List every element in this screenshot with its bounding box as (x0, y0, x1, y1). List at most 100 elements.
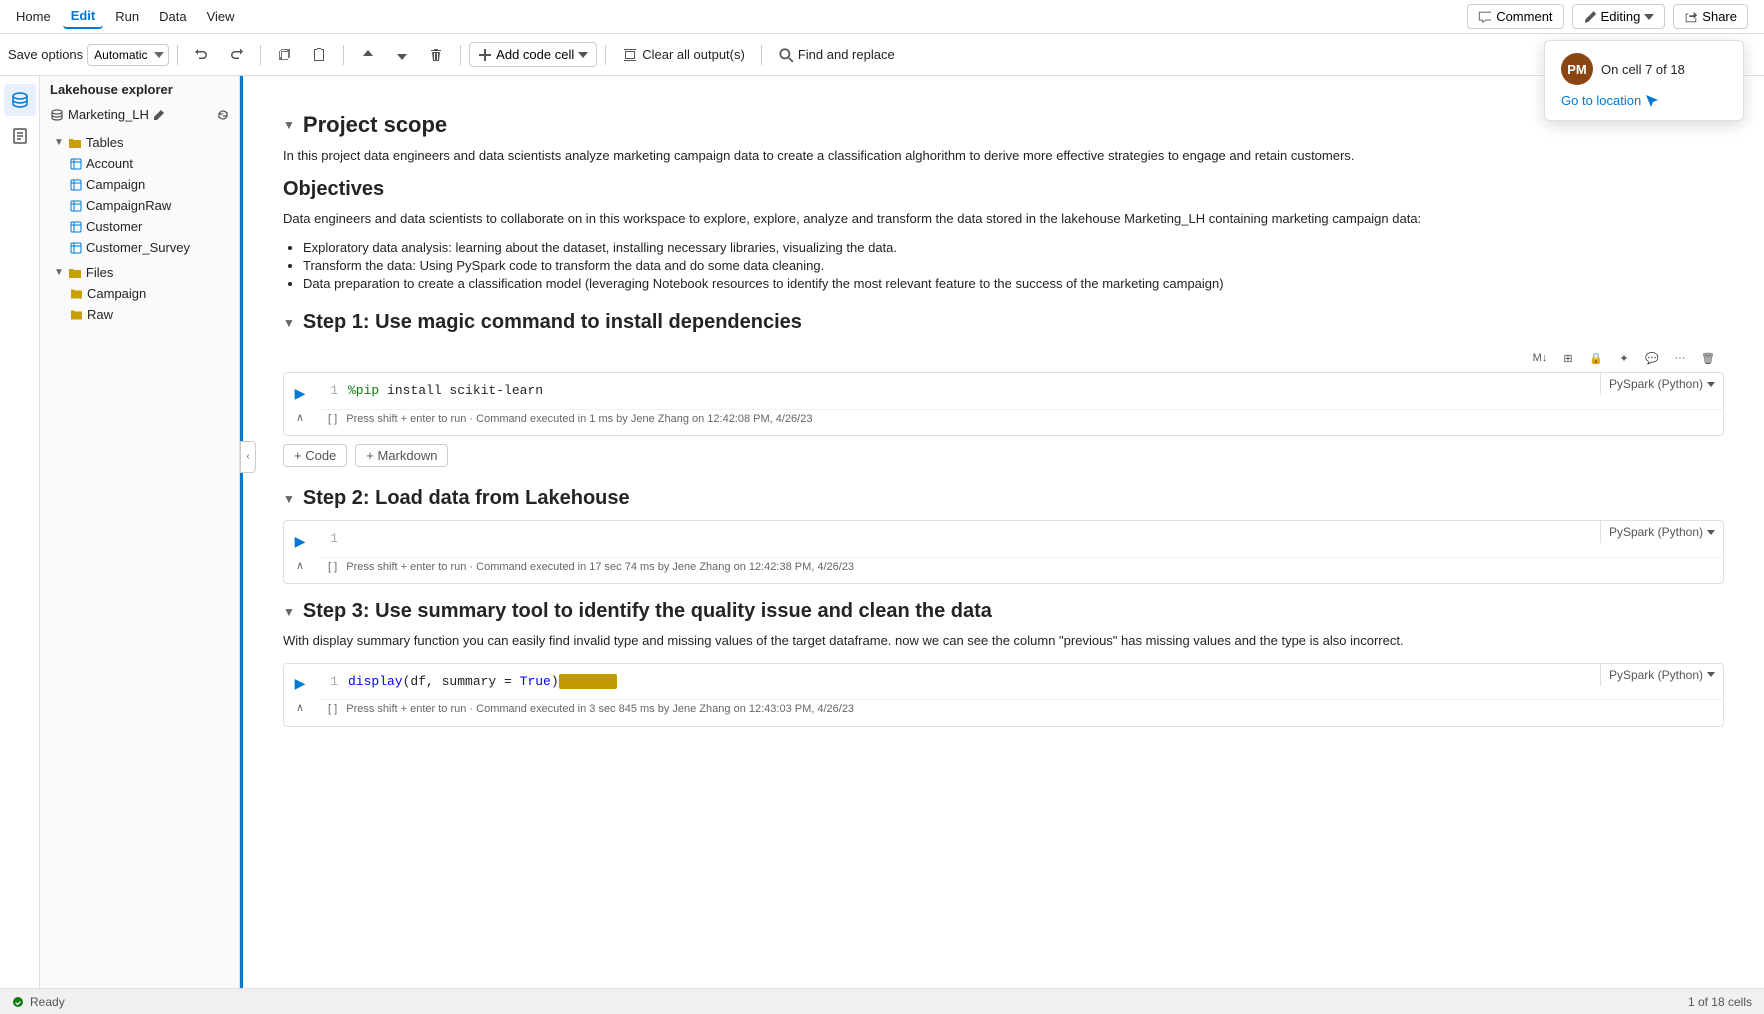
step2-run-area: ▶ ∧ (284, 521, 316, 583)
step2-language-label: PySpark (Python) (1609, 525, 1703, 539)
lakehouse-explorer-icon-btn[interactable] (4, 84, 36, 116)
step1-code[interactable]: %pip install scikit-learn (344, 373, 1600, 409)
goto-location-button[interactable]: Go to location (1561, 93, 1727, 108)
step1-status-text: Press shift + enter to run · Command exe… (346, 413, 812, 425)
redo-button[interactable] (220, 43, 252, 67)
add-code-cell-button[interactable]: Add code cell (469, 42, 597, 67)
step3-description: With display summary function you can ea… (283, 631, 1724, 651)
objectives-title: Objectives (283, 178, 384, 201)
copy-cell-button[interactable] (269, 43, 301, 67)
toolbar-separator-2 (260, 45, 261, 65)
files-campaign-label: Campaign (87, 286, 146, 301)
step3-code[interactable]: display(df, summary = True) (344, 664, 1600, 700)
step2-language-chevron-icon (1707, 530, 1715, 535)
toolbar-separator-3 (343, 45, 344, 65)
cell-md-btn[interactable]: M↓ (1528, 346, 1552, 370)
status-bar: Ready 1 of 18 cells (0, 988, 1764, 1014)
table-icon-customer (70, 221, 82, 233)
sidebar-item-customer[interactable]: Customer (40, 216, 239, 237)
plus-icon (478, 48, 492, 62)
redo-icon (228, 47, 244, 63)
objectives-description: Data engineers and data scientists to co… (283, 209, 1724, 229)
menu-edit[interactable]: Edit (63, 4, 104, 29)
paste-icon (311, 47, 327, 63)
step1-add-markdown-btn[interactable]: + Markdown (355, 444, 448, 467)
project-scope-chevron[interactable]: ▼ (283, 118, 295, 132)
toolbar-separator-4 (460, 45, 461, 65)
user-popup: PM On cell 7 of 18 Go to location (1544, 40, 1744, 121)
move-down-button[interactable] (386, 43, 418, 67)
bullet-1: Exploratory data analysis: learning abou… (303, 240, 1724, 255)
sidebar-item-account[interactable]: Account (40, 153, 239, 174)
database-icon (11, 91, 29, 109)
share-button[interactable]: Share (1673, 4, 1748, 29)
menu-view[interactable]: View (199, 5, 243, 28)
files-chevron-icon: ▼ (54, 267, 64, 278)
step3-language[interactable]: PySpark (Python) (1600, 664, 1723, 686)
clear-outputs-button[interactable]: Clear all output(s) (614, 43, 753, 67)
paste-cell-button[interactable] (303, 43, 335, 67)
move-up-button[interactable] (352, 43, 384, 67)
step2-title: Step 2: Load data from Lakehouse (303, 487, 630, 510)
lakehouse-db-item[interactable]: Marketing_LH (40, 103, 239, 126)
step2-code[interactable] (344, 521, 1600, 551)
toolbar-separator-6 (761, 45, 762, 65)
step1-cell-status: [ ] Press shift + enter to run · Command… (320, 409, 1723, 428)
step1-chevron[interactable]: ▼ (283, 316, 295, 330)
comment-button[interactable]: Comment (1467, 4, 1563, 29)
step3-title: Step 3: Use summary tool to identify the… (303, 600, 992, 623)
step2-collapse-btn[interactable]: ∧ (290, 555, 310, 575)
step1-cell-toolbar: M↓ ⊞ 🔒 ✦ 💬 ··· 🗑 (283, 344, 1724, 372)
step1-add-code-btn[interactable]: + Code (283, 444, 347, 467)
files-icon-btn[interactable] (4, 120, 36, 152)
files-raw-label: Raw (87, 307, 113, 322)
menu-data[interactable]: Data (151, 5, 194, 28)
step2-code-area: 1 PySpark (Python) (320, 521, 1723, 557)
sidebar-item-campaignraw[interactable]: CampaignRaw (40, 195, 239, 216)
editing-button[interactable]: Editing (1572, 4, 1666, 29)
menu-bar: Home Edit Run Data View Comment Editing … (0, 0, 1764, 34)
step2-language[interactable]: PySpark (Python) (1600, 521, 1723, 543)
step1-collapse-btn[interactable]: ∧ (290, 407, 310, 427)
step3-chevron[interactable]: ▼ (283, 605, 295, 619)
table-icon-account (70, 158, 82, 170)
step3-run-button[interactable]: ▶ (288, 672, 312, 696)
sidebar-item-campaign[interactable]: Campaign (40, 174, 239, 195)
menu-run[interactable]: Run (107, 5, 147, 28)
step2-chevron[interactable]: ▼ (283, 492, 295, 506)
save-options-label: Save options (8, 47, 83, 62)
step3-language-label: PySpark (Python) (1609, 668, 1703, 682)
cell-more-btn[interactable]: ··· (1668, 346, 1692, 370)
files-group-header[interactable]: ▼ Files (40, 262, 239, 283)
clear-icon (622, 47, 638, 63)
cell-clone-btn[interactable]: ⊞ (1556, 346, 1580, 370)
cell-star-btn[interactable]: ✦ (1612, 346, 1636, 370)
cell-lock-btn[interactable]: 🔒 (1584, 346, 1608, 370)
search-icon (778, 47, 794, 63)
objectives-header: Objectives (283, 178, 1724, 201)
find-replace-button[interactable]: Find and replace (770, 43, 903, 67)
cursor-icon (1645, 94, 1659, 108)
sidebar-item-customer-survey[interactable]: Customer_Survey (40, 237, 239, 258)
chevron-down-icon (1644, 14, 1654, 20)
tables-group-header[interactable]: ▼ Tables (40, 132, 239, 153)
collapse-sidebar-button[interactable]: ‹ (240, 441, 256, 473)
cell-comment-btn[interactable]: 💬 (1640, 346, 1664, 370)
step1-line-num: 1 (320, 373, 344, 409)
step2-run-button[interactable]: ▶ (288, 529, 312, 553)
save-mode-select[interactable]: Automatic Manual (87, 44, 169, 66)
step1-run-button[interactable]: ▶ (288, 381, 312, 405)
cell-delete-btn[interactable]: 🗑 (1696, 346, 1720, 370)
bullet-2: Transform the data: Using PySpark code t… (303, 258, 1724, 273)
step1-language[interactable]: PySpark (Python) (1600, 373, 1723, 395)
share-label: Share (1702, 9, 1737, 24)
step2-cell-status: [ ] Press shift + enter to run · Command… (320, 557, 1723, 576)
undo-icon (194, 47, 210, 63)
step3-collapse-btn[interactable]: ∧ (290, 698, 310, 718)
undo-button[interactable] (186, 43, 218, 67)
folder-raw-icon (70, 308, 83, 321)
sidebar-item-raw[interactable]: Raw (40, 304, 239, 325)
sidebar-item-files-campaign[interactable]: Campaign (40, 283, 239, 304)
delete-cell-button[interactable] (420, 43, 452, 67)
menu-home[interactable]: Home (8, 5, 59, 28)
